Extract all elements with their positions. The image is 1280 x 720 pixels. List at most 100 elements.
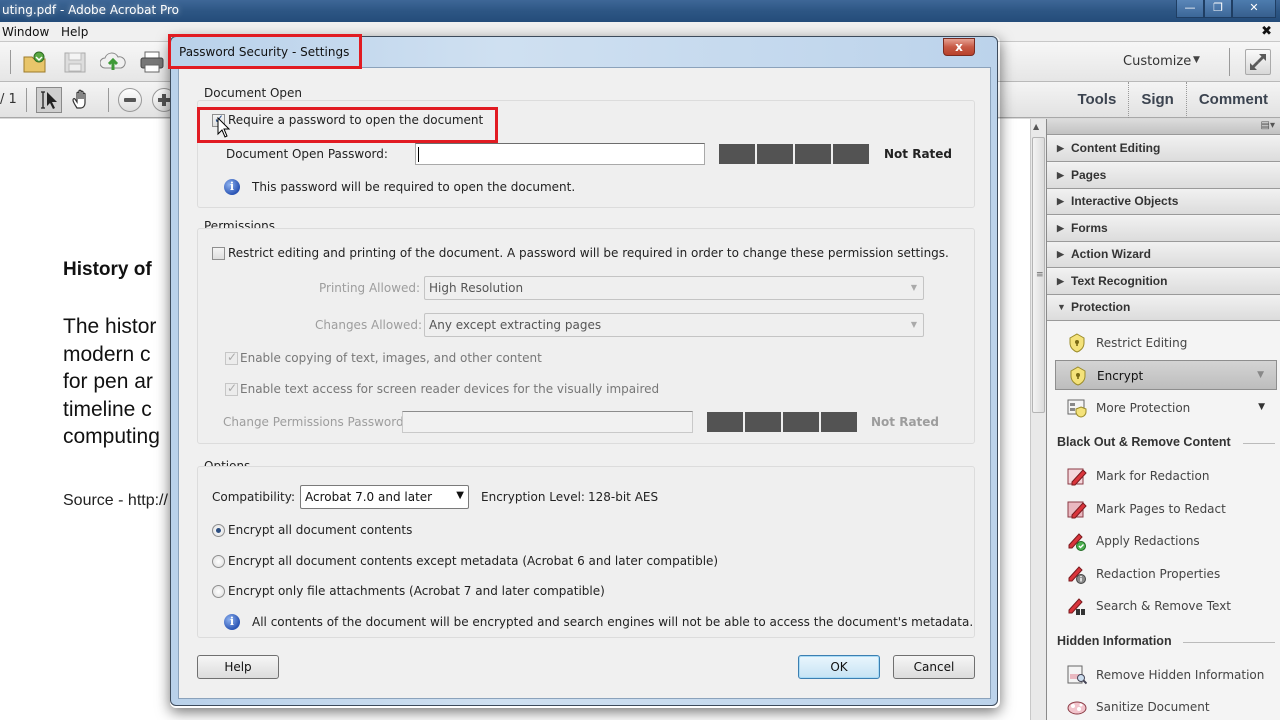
tools-pane: ▤▾ ▶ Content Editing ▶ Pages ▶ Interacti… — [1046, 119, 1280, 720]
hand-tool-icon[interactable] — [70, 88, 94, 112]
tool-remove-hidden-information[interactable]: Remove Hidden Information — [1055, 660, 1277, 690]
tool-mark-for-redaction[interactable]: Mark for Redaction — [1055, 461, 1277, 491]
pane-options-icon[interactable]: ▤▾ — [1261, 120, 1275, 131]
grip-icon: ≡ — [1036, 270, 1044, 280]
help-button[interactable]: Help — [197, 655, 279, 679]
password-strength-rating: Not Rated — [884, 147, 953, 161]
certificate-icon — [1067, 399, 1087, 418]
tool-more-protection[interactable]: More Protection ▼ — [1055, 393, 1277, 423]
page-count: / 1 — [0, 92, 17, 107]
open-folder-icon[interactable] — [22, 50, 48, 74]
permissions-password-strength-rating: Not Rated — [871, 415, 940, 429]
chevron-down-icon: ▼ — [456, 490, 464, 501]
require-password-label[interactable]: Require a password to open the document — [228, 113, 483, 127]
document-open-password-label: Document Open Password: — [226, 147, 388, 161]
toolbar-divider — [1229, 48, 1230, 76]
tool-mark-pages-to-redact[interactable]: Mark Pages to Redact — [1055, 494, 1277, 524]
panel-forms[interactable]: ▶ Forms — [1047, 216, 1280, 242]
minus-icon — [124, 98, 136, 102]
change-permissions-password-field[interactable] — [402, 411, 693, 433]
ok-button[interactable]: OK — [798, 655, 880, 679]
toolbar-divider — [108, 88, 109, 112]
panel-text-recognition[interactable]: ▶ Text Recognition — [1047, 269, 1280, 295]
chevron-down-icon[interactable]: ▼ — [1258, 402, 1265, 412]
info-icon: i — [224, 179, 240, 195]
radio-encrypt-attachments-label[interactable]: Encrypt only file attachments (Acrobat 7… — [228, 584, 605, 598]
panel-protection[interactable]: ▼ Protection — [1047, 295, 1280, 321]
menu-help[interactable]: Help — [61, 25, 88, 39]
customize-menu[interactable]: Customize — [1123, 54, 1191, 69]
enable-copying-checkbox[interactable] — [225, 350, 238, 365]
tool-redaction-properties[interactable]: Redaction Properties — [1055, 559, 1277, 589]
radio-encrypt-except-metadata[interactable] — [212, 555, 225, 568]
panel-pages[interactable]: ▶ Pages — [1047, 163, 1280, 189]
encryption-level-value: 128-bit AES — [588, 490, 659, 504]
enable-copying-label[interactable]: Enable copying of text, images, and othe… — [240, 351, 542, 365]
expand-triangle-icon: ▶ — [1057, 223, 1064, 233]
close-document-icon[interactable]: ✖ — [1261, 24, 1272, 39]
cloud-upload-icon[interactable] — [100, 50, 126, 74]
restrict-editing-checkbox[interactable] — [212, 247, 225, 260]
scrollbar-thumb[interactable]: ≡ — [1032, 137, 1045, 413]
menu-window[interactable]: Window — [2, 25, 49, 39]
radio-encrypt-all-label[interactable]: Encrypt all document contents — [228, 523, 412, 537]
toolbar-divider — [10, 50, 11, 74]
chevron-down-icon: ▼ — [910, 320, 917, 329]
panel-content-editing[interactable]: ▶ Content Editing — [1047, 136, 1280, 162]
tool-apply-redactions[interactable]: Apply Redactions — [1055, 526, 1277, 556]
divider — [1243, 443, 1275, 444]
options-info-text: All contents of the document will be enc… — [252, 615, 974, 629]
tab-tools[interactable]: Tools — [1065, 82, 1128, 118]
tool-sanitize-document[interactable]: Sanitize Document — [1055, 692, 1277, 720]
chevron-down-icon[interactable]: ▼ — [1193, 55, 1200, 65]
dialog-body: Document Open Require a password to open… — [178, 67, 991, 699]
enable-text-access-label[interactable]: Enable text access for screen reader dev… — [240, 382, 659, 396]
body-line: modern c — [63, 342, 151, 366]
info-icon: i — [224, 614, 240, 630]
panel-action-wizard[interactable]: ▶ Action Wizard — [1047, 242, 1280, 268]
full-screen-button[interactable] — [1245, 49, 1271, 75]
body-line: computing — [63, 425, 160, 448]
tool-encrypt[interactable]: Encrypt ▼ — [1055, 360, 1277, 390]
close-window-button[interactable]: ✕ — [1232, 0, 1276, 18]
remove-hidden-info-icon — [1067, 665, 1087, 685]
expand-triangle-icon: ▶ — [1057, 170, 1064, 180]
panel-interactive-objects[interactable]: ▶ Interactive Objects — [1047, 189, 1280, 215]
group-header-hidden-info: Hidden Information — [1057, 634, 1275, 648]
scroll-up-icon[interactable]: ▲ — [1033, 122, 1039, 131]
tool-search-remove-text[interactable]: Search & Remove Text — [1055, 591, 1277, 621]
chevron-down-icon[interactable]: ▼ — [1257, 370, 1264, 380]
cancel-button[interactable]: Cancel — [893, 655, 975, 679]
expand-icon — [1250, 54, 1266, 70]
restore-button[interactable]: ❐ — [1204, 0, 1232, 18]
tool-restrict-editing[interactable]: Restrict Editing — [1055, 328, 1277, 358]
body-line: timeline c — [63, 397, 152, 421]
changes-allowed-select[interactable]: Any except extracting pages ▼ — [424, 313, 924, 337]
tab-comment[interactable]: Comment — [1185, 82, 1280, 118]
document-open-password-field[interactable] — [415, 143, 705, 165]
tab-sign[interactable]: Sign — [1128, 82, 1186, 118]
save-icon[interactable] — [62, 50, 88, 74]
expand-triangle-icon: ▶ — [1057, 249, 1064, 259]
change-permissions-password-label: Change Permissions Password: — [223, 415, 408, 429]
radio-encrypt-attachments[interactable] — [212, 585, 225, 598]
redaction-pages-icon — [1067, 501, 1087, 519]
printing-allowed-select[interactable]: High Resolution ▼ — [424, 276, 924, 300]
radio-encrypt-except-metadata-label[interactable]: Encrypt all document contents except met… — [228, 554, 718, 568]
zoom-out-button[interactable] — [118, 88, 142, 112]
enable-text-access-checkbox[interactable] — [225, 381, 238, 396]
password-strength-meter — [719, 144, 869, 164]
radio-encrypt-all[interactable] — [212, 524, 225, 537]
compatibility-select[interactable]: Acrobat 7.0 and later ▼ — [300, 485, 469, 509]
document-scrollbar[interactable]: ▲ ≡ — [1030, 119, 1046, 720]
dialog-close-button[interactable]: x — [943, 38, 975, 56]
print-icon[interactable] — [139, 50, 165, 74]
select-tool-button[interactable] — [36, 87, 62, 113]
changes-allowed-label: Changes Allowed: — [315, 318, 423, 332]
body-line: The histor — [63, 315, 157, 338]
expand-triangle-icon: ▶ — [1057, 143, 1064, 153]
restrict-editing-label[interactable]: Restrict editing and printing of the doc… — [228, 246, 949, 260]
select-cursor-icon — [41, 91, 57, 109]
expand-triangle-icon: ▶ — [1057, 276, 1064, 286]
minimize-button[interactable]: — — [1176, 0, 1204, 18]
